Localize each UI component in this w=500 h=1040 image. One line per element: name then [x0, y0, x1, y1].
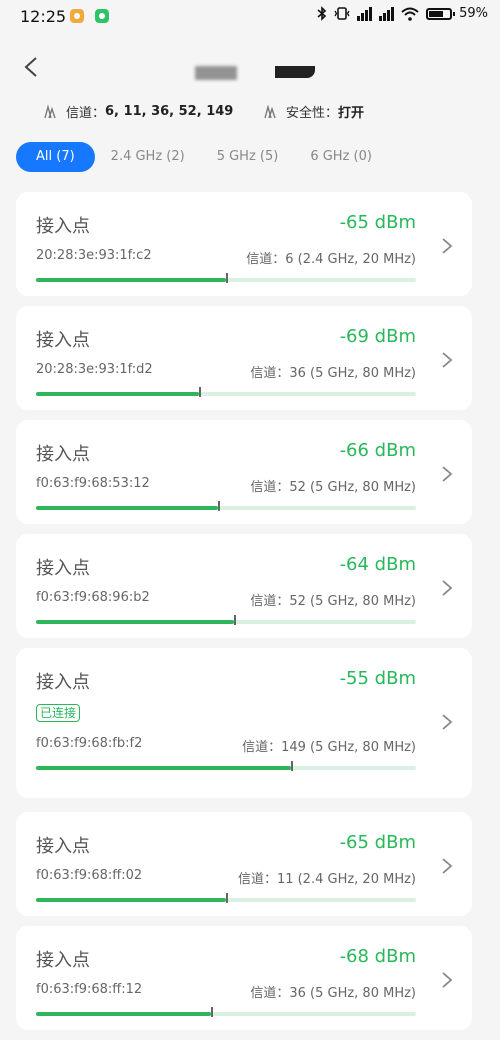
filter-tab-6ghz[interactable]: 6 GHz (0) — [294, 142, 388, 172]
access-point-card[interactable]: 接入点 -66 dBm f0:63:f9:68:53:12 信道：52 (5 G… — [16, 420, 472, 524]
ap-mac: 20:28:3e:93:1f:d2 — [36, 362, 153, 377]
signal-bar-marker — [226, 273, 228, 283]
signal-bar-marker — [218, 501, 221, 511]
signal-bar-fill — [36, 278, 226, 282]
chevron-right-icon — [442, 714, 453, 730]
wifi-icon — [401, 7, 419, 21]
signal-bar — [36, 761, 416, 771]
signal-bar-fill — [36, 766, 291, 770]
ap-title: 接入点 — [36, 330, 90, 351]
filter-tab-5ghz[interactable]: 5 GHz (5) — [201, 142, 295, 172]
ap-mac: f0:63:f9:68:ff:12 — [36, 982, 143, 997]
network-name-redacted — [195, 62, 320, 84]
ap-mac: f0:63:f9:68:53:12 — [36, 476, 150, 491]
signal-bar-marker — [210, 1007, 213, 1017]
ap-title: 接入点 — [36, 558, 90, 579]
signal-bar-fill — [36, 506, 219, 510]
ap-channel: 信道：36 (5 GHz, 80 MHz) — [250, 986, 416, 1001]
signal-bar-fill — [36, 898, 226, 902]
ap-mac: f0:63:f9:68:fb:f2 — [36, 736, 143, 751]
filter-tab-all[interactable]: All (7) — [16, 142, 95, 172]
ap-title: 接入点 — [36, 836, 90, 857]
signal-bar-marker — [290, 761, 293, 771]
access-point-card[interactable]: 接入点 -65 dBm 20:28:3e:93:1f:c2 信道：6 (2.4 … — [16, 192, 472, 296]
battery-percent: 59% — [459, 6, 488, 21]
signal-bar — [36, 1007, 416, 1017]
cellular-signal-icon — [357, 6, 373, 21]
back-arrow-icon[interactable] — [20, 52, 44, 82]
signal-bar-marker — [233, 615, 236, 625]
signal-bar-fill — [36, 392, 200, 396]
signal-bar — [36, 615, 416, 625]
ap-rssi: -65 dBm — [339, 212, 416, 233]
signal-bar-marker — [226, 893, 228, 903]
signal-bar — [36, 893, 416, 903]
channels-value: 6, 11, 36, 52, 149 — [105, 104, 234, 119]
signal-bar-marker — [199, 387, 202, 397]
chevron-right-icon — [442, 858, 453, 874]
ap-title: 接入点 — [36, 216, 90, 237]
ap-title: 接入点 — [36, 672, 90, 693]
ap-rssi: -68 dBm — [339, 946, 416, 967]
access-point-card[interactable]: 接入点 -64 dBm f0:63:f9:68:96:b2 信道：52 (5 G… — [16, 534, 472, 638]
chevron-right-icon — [442, 238, 453, 254]
ap-rssi: -65 dBm — [339, 832, 416, 853]
ap-rssi: -66 dBm — [339, 440, 416, 461]
signal-bar-fill — [36, 1012, 211, 1016]
chevron-right-icon — [442, 972, 453, 988]
signal-bar — [36, 387, 416, 397]
signal-bar-fill — [36, 620, 234, 624]
notification-app-icon — [70, 9, 84, 23]
status-bar: 12:25 59% — [0, 0, 500, 34]
ap-rssi: -64 dBm — [339, 554, 416, 575]
band-filter-tabs: All (7) 2.4 GHz (2) 5 GHz (5) 6 GHz (0) — [16, 142, 388, 172]
access-point-card[interactable]: 接入点 -69 dBm 20:28:3e:93:1f:d2 信道：36 (5 G… — [16, 306, 472, 410]
chevron-right-icon — [442, 352, 453, 368]
wechat-notification-icon — [95, 9, 109, 23]
security-info: 安全性： 打开 — [262, 102, 364, 121]
chevron-right-icon — [442, 466, 453, 482]
chevron-right-icon — [442, 580, 453, 596]
ap-channel: 信道：36 (5 GHz, 80 MHz) — [250, 366, 416, 381]
security-icon — [264, 103, 276, 118]
ap-channel: 信道：149 (5 GHz, 80 MHz) — [242, 740, 416, 755]
ap-title: 接入点 — [36, 950, 90, 971]
ap-channel: 信道：52 (5 GHz, 80 MHz) — [250, 480, 416, 495]
bluetooth-icon — [317, 6, 327, 21]
ap-channel: 信道：52 (5 GHz, 80 MHz) — [250, 594, 416, 609]
ap-title: 接入点 — [36, 444, 90, 465]
filter-tab-2-4ghz[interactable]: 2.4 GHz (2) — [95, 142, 201, 172]
security-label: 安全性： — [286, 106, 339, 121]
signal-bar — [36, 501, 416, 511]
access-point-list: 接入点 -65 dBm 20:28:3e:93:1f:c2 信道：6 (2.4 … — [16, 192, 472, 1040]
channels-info: 信道： 6, 11, 36, 52, 149 — [42, 102, 233, 121]
channels-label: 信道： — [66, 106, 106, 121]
wifi-channel-icon — [44, 103, 56, 118]
access-point-card[interactable]: 接入点 -68 dBm f0:63:f9:68:ff:12 信道：36 (5 G… — [16, 926, 472, 1030]
ap-channel: 信道：6 (2.4 GHz, 20 MHz) — [246, 252, 416, 267]
ap-rssi: -55 dBm — [339, 668, 416, 689]
cellular-signal-2-icon — [379, 6, 395, 21]
status-icons: 59% — [317, 6, 488, 21]
vibrate-icon — [334, 7, 350, 20]
ap-mac: f0:63:f9:68:ff:02 — [36, 868, 143, 883]
access-point-card-connected[interactable]: 接入点 -55 dBm 已连接 f0:63:f9:68:fb:f2 信道：149… — [16, 648, 472, 798]
battery-icon — [426, 7, 456, 20]
connected-badge: 已连接 — [36, 704, 81, 722]
access-point-card[interactable]: 接入点 -65 dBm f0:63:f9:68:ff:02 信道：11 (2.4… — [16, 812, 472, 916]
ap-mac: f0:63:f9:68:96:b2 — [36, 590, 150, 605]
ap-rssi: -69 dBm — [339, 326, 416, 347]
ap-mac: 20:28:3e:93:1f:c2 — [36, 248, 152, 263]
signal-bar — [36, 273, 416, 283]
status-time: 12:25 — [20, 7, 67, 26]
security-value: 打开 — [338, 106, 365, 121]
ap-channel: 信道：11 (2.4 GHz, 20 MHz) — [237, 872, 416, 887]
